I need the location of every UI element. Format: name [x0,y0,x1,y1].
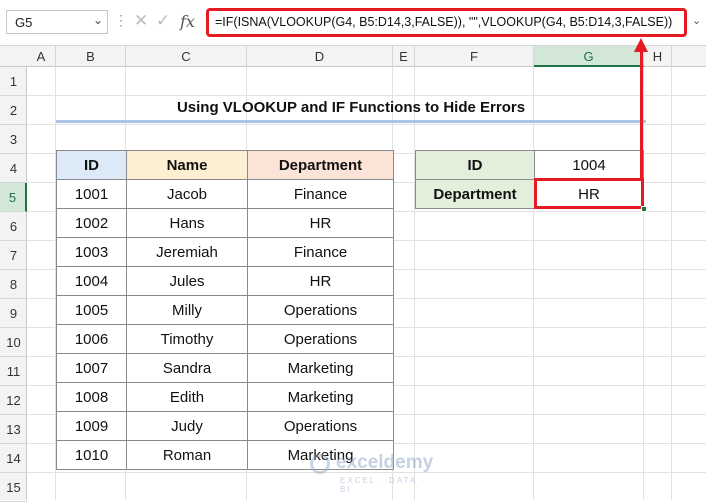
table-cell-name[interactable]: Hans [126,208,248,238]
row-header-8[interactable]: 8 [0,270,27,299]
table-cell-id[interactable]: 1002 [56,208,127,238]
table-cell-name[interactable]: Sandra [126,353,248,383]
table-cell-name[interactable]: Roman [126,440,248,470]
table-cell-department[interactable]: Finance [247,237,394,267]
watermark-tagline: EXCEL · DATA · BI [340,476,426,494]
table-cell-department[interactable]: Marketing [247,353,394,383]
row-header-11[interactable]: 11 [0,357,27,386]
row-header-3[interactable]: 3 [0,125,27,154]
sheet-title[interactable]: Using VLOOKUP and IF Functions to Hide E… [56,93,646,122]
row-header-5[interactable]: 5 [0,183,27,212]
table-cell-id[interactable]: 1001 [56,179,127,209]
formula-bar: G5 ⌄ ⋮ ✕ ✓ fx =IF(ISNA(VLOOKUP(G4, B5:D1… [0,0,706,46]
row-header-14[interactable]: 14 [0,444,27,473]
table-cell-department[interactable]: Finance [247,179,394,209]
formula-input[interactable]: =IF(ISNA(VLOOKUP(G4, B5:D14,3,FALSE)), "… [206,8,687,37]
lookup-id-value[interactable]: 1004 [534,150,644,180]
column-header-d[interactable]: D [247,46,393,67]
table-header-id[interactable]: ID [56,150,127,180]
table-cell-id[interactable]: 1004 [56,266,127,296]
table-cell-department[interactable]: Marketing [247,382,394,412]
annotation-arrow-head-icon [634,38,648,52]
column-header-b[interactable]: B [56,46,126,67]
annotation-arrow-shaft [640,50,643,180]
table-cell-id[interactable]: 1007 [56,353,127,383]
row-headers: 1 2 3 4 5 6 7 8 9 10 11 12 13 14 15 [0,67,27,502]
table-cell-id[interactable]: 1005 [56,295,127,325]
table-cell-name[interactable]: Edith [126,382,248,412]
table-cell-id[interactable]: 1008 [56,382,127,412]
row-header-4[interactable]: 4 [0,154,27,183]
row-header-13[interactable]: 13 [0,415,27,444]
table-cell-department[interactable]: HR [247,266,394,296]
exceldemy-logo-icon [310,454,330,474]
table-cell-id[interactable]: 1009 [56,411,127,441]
cancel-icon[interactable]: ✕ [134,11,148,31]
column-header-a[interactable]: A [27,46,56,67]
insert-function-icon[interactable]: fx [180,12,195,31]
table-cell-name[interactable]: Judy [126,411,248,441]
row-header-15[interactable]: 15 [0,473,27,502]
expand-formula-bar-icon[interactable]: ⌄ [692,14,701,27]
watermark-name: exceldemy [336,452,434,473]
table-cell-name[interactable]: Timothy [126,324,248,354]
name-box-value: G5 [15,15,33,30]
selected-cell-outline [534,178,644,209]
enter-check-icon[interactable]: ✓ [156,11,170,31]
row-header-2[interactable]: 2 [0,96,27,125]
table-cell-id[interactable]: 1006 [56,324,127,354]
lookup-id-label[interactable]: ID [415,150,535,180]
table-cell-name[interactable]: Jacob [126,179,248,209]
table-cell-department[interactable]: Operations [247,324,394,354]
row-header-10[interactable]: 10 [0,328,27,357]
lookup-dept-label[interactable]: Department [415,179,535,209]
fill-handle[interactable] [641,206,647,212]
chevron-down-icon[interactable]: ⌄ [93,13,103,27]
watermark: exceldemy EXCEL · DATA · BI [310,452,440,494]
table-cell-name[interactable]: Jules [126,266,248,296]
column-header-g[interactable]: G [534,46,644,67]
row-header-12[interactable]: 12 [0,386,27,415]
name-box[interactable]: G5 ⌄ [6,10,108,34]
table-header-name[interactable]: Name [126,150,248,180]
column-header-f[interactable]: F [415,46,534,67]
table-cell-name[interactable]: Milly [126,295,248,325]
table-cell-department[interactable]: Operations [247,411,394,441]
column-header-e[interactable]: E [393,46,415,67]
table-cell-name[interactable]: Jeremiah [126,237,248,267]
table-header-department[interactable]: Department [247,150,394,180]
table-cell-id[interactable]: 1003 [56,237,127,267]
formula-text: =IF(ISNA(VLOOKUP(G4, B5:D14,3,FALSE)), "… [215,15,673,29]
title-underline [56,120,646,123]
table-cell-department[interactable]: HR [247,208,394,238]
column-header-c[interactable]: C [126,46,247,67]
column-headers: A B C D E F G H [0,46,706,67]
row-header-1[interactable]: 1 [0,67,27,96]
more-options-icon[interactable]: ⋮ [114,12,128,29]
formula-actions: ✕ ✓ fx [128,10,200,34]
column-header-h[interactable]: H [644,46,672,67]
row-header-9[interactable]: 9 [0,299,27,328]
table-cell-id[interactable]: 1010 [56,440,127,470]
table-cell-department[interactable]: Operations [247,295,394,325]
row-header-7[interactable]: 7 [0,241,27,270]
row-header-6[interactable]: 6 [0,212,27,241]
